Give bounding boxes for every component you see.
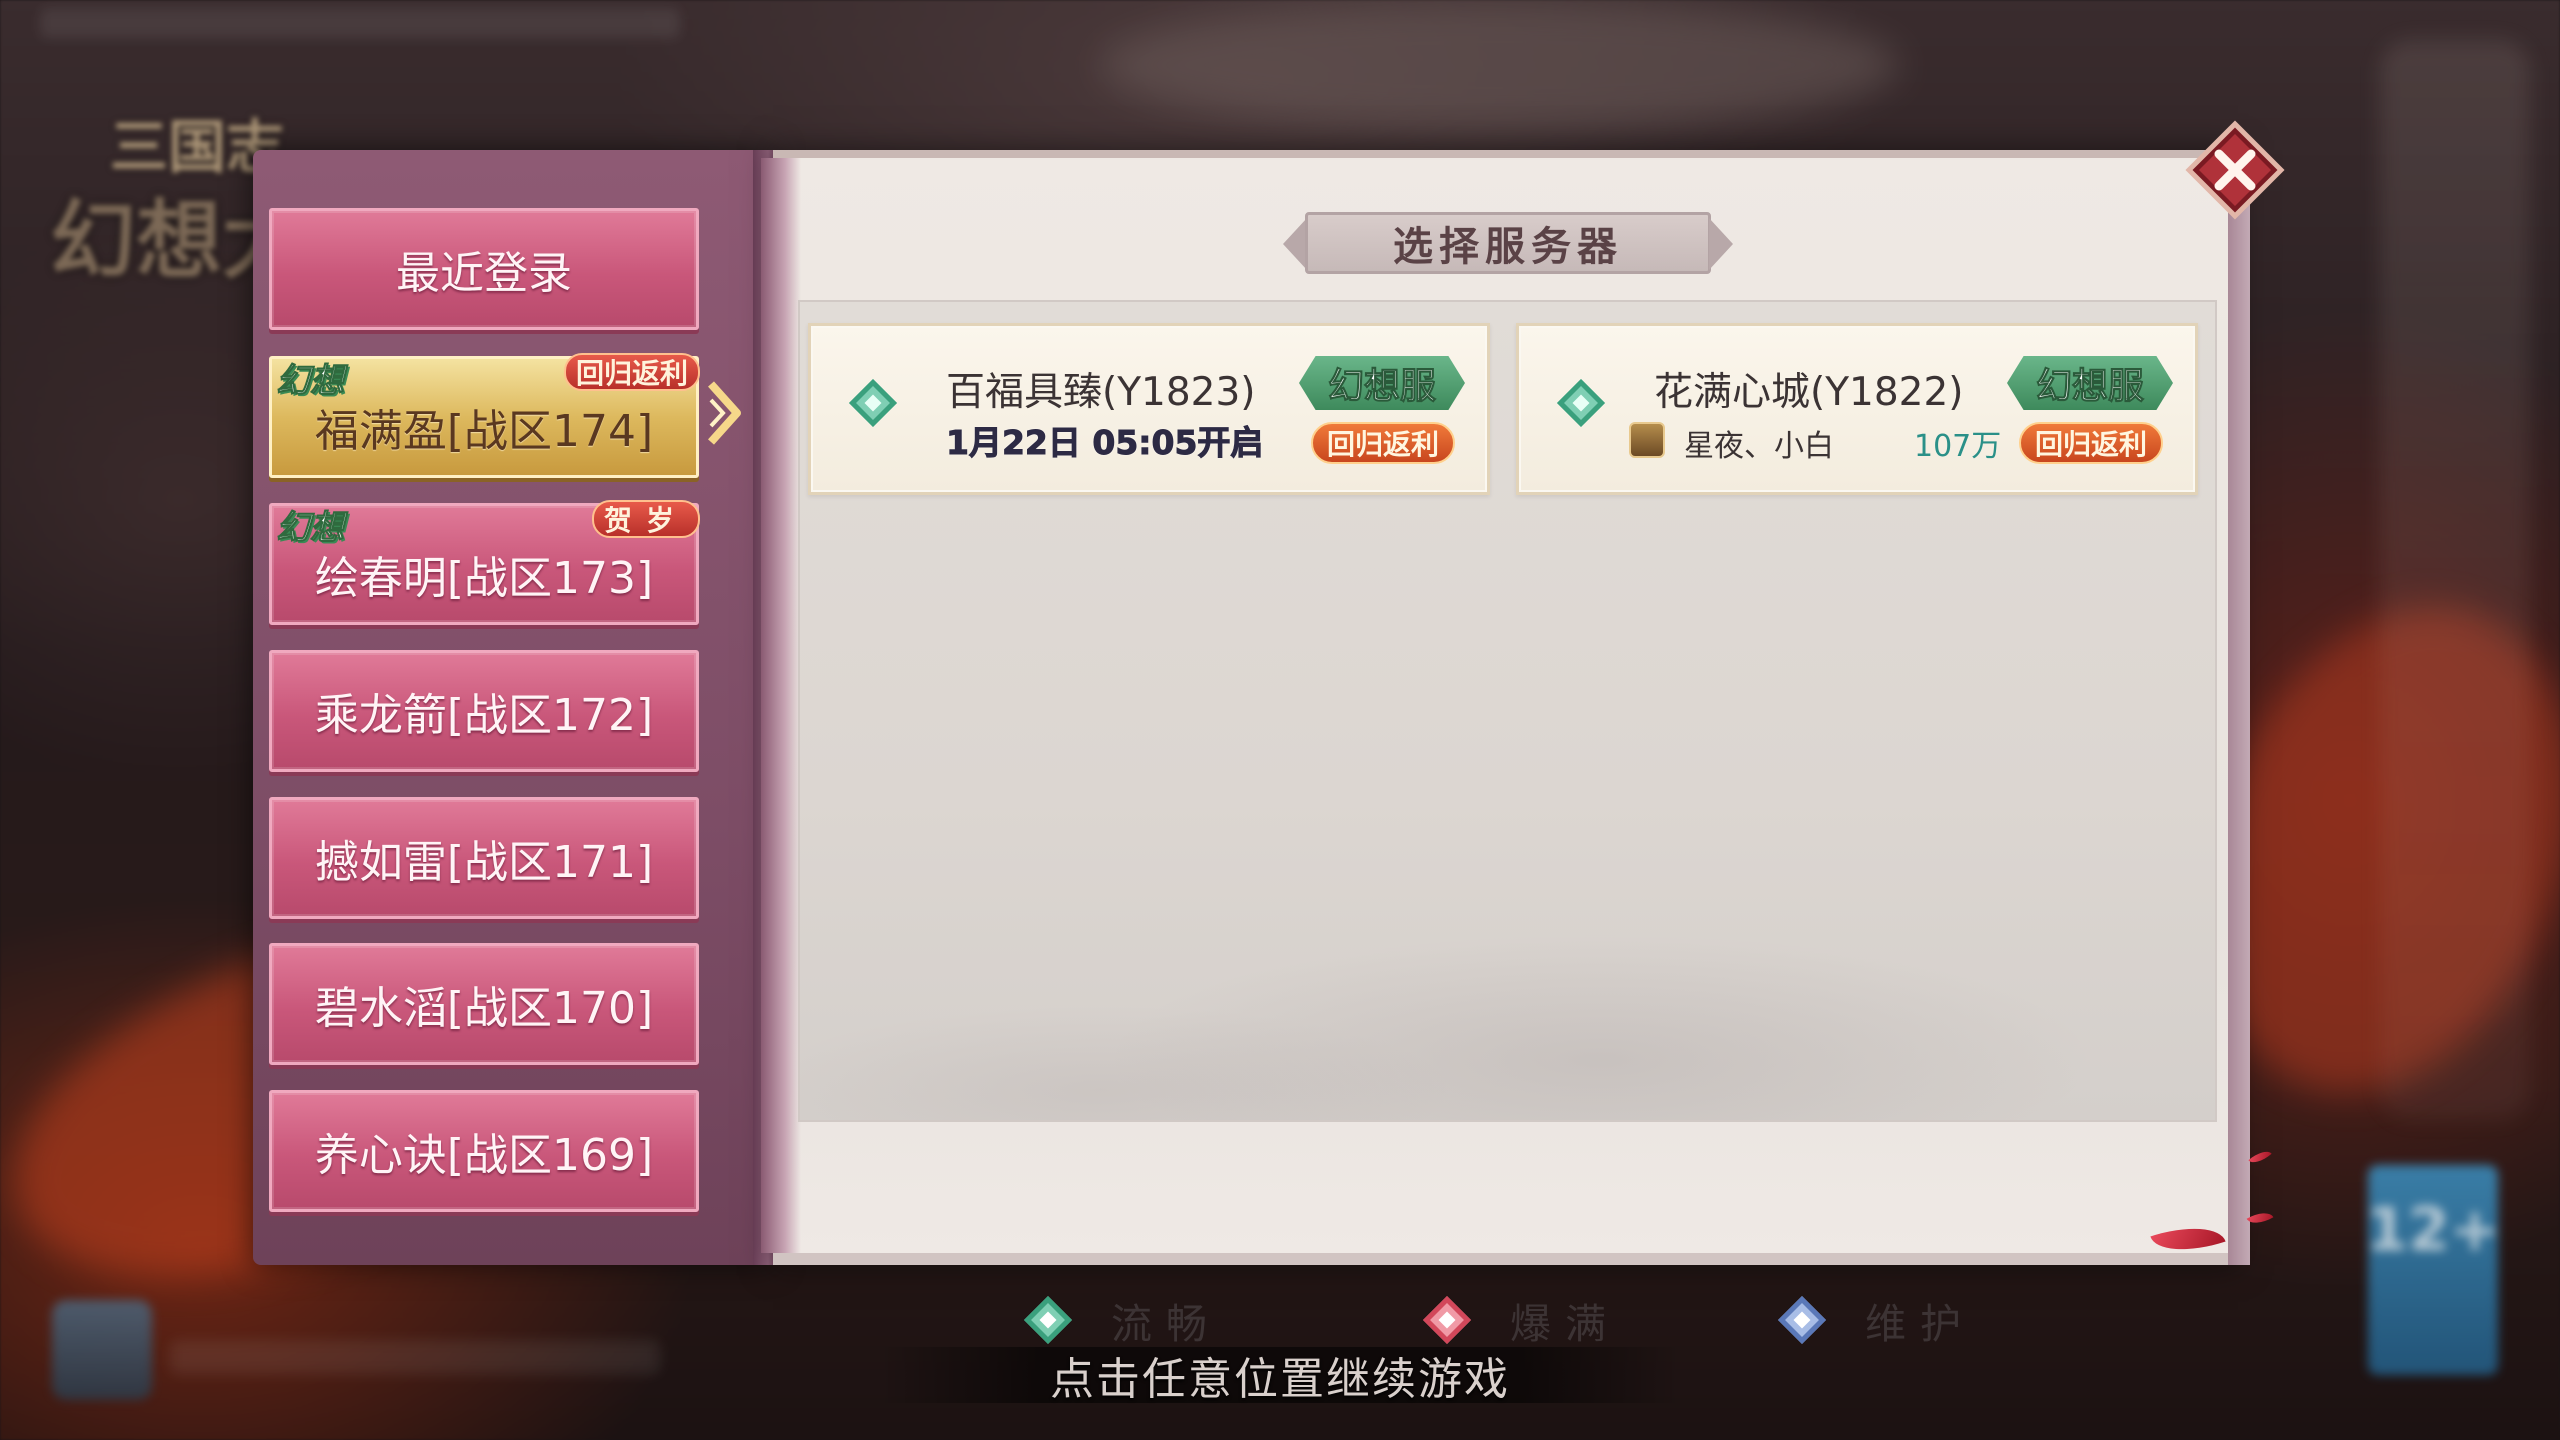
server-card[interactable]: 花满心城(Y1822) 星夜、小白 107万 幻想服 回归返利 <box>1516 323 2198 495</box>
server-open-time: 1月22日 05:05开启 <box>945 423 1264 463</box>
background-side-banner <box>2380 40 2530 1120</box>
age-rating-badge: 12+ <box>2366 1165 2500 1375</box>
character-names: 星夜、小白 <box>1684 429 1834 464</box>
tab-recent-login[interactable]: 最近登录 <box>269 208 699 330</box>
server-card[interactable]: 百福具臻(Y1823) 1月22日 05:05开启 幻想服 回归返利 <box>808 323 1490 495</box>
version-info-blurred <box>40 8 680 38</box>
legend-maintenance: 维护 <box>1777 1290 1975 1350</box>
character-power: 107万 <box>1914 429 2002 464</box>
server-name: 花满心城(Y1822) <box>1654 370 1964 415</box>
fantasy-badge: 幻想 <box>276 361 345 402</box>
status-smooth-icon <box>1556 378 1606 428</box>
legend-smooth: 流畅 <box>1023 1290 1221 1350</box>
fantasy-badge: 幻想 <box>276 508 345 549</box>
tab-server-group-169[interactable]: 养心诀[战区169] <box>269 1090 699 1212</box>
dialog-title: 选择服务器 <box>1393 224 1623 270</box>
server-select-dialog: 选择服务器 百福具臻(Y1823) 1月22日 05:05开启 幻想服 回归返利… <box>253 150 2274 1348</box>
character-avatar-icon <box>1629 422 1665 458</box>
status-full-icon <box>1422 1295 1472 1345</box>
tab-server-group-173[interactable]: 绘春明[战区173] 幻想 贺岁 <box>269 500 700 625</box>
tab-server-group-174[interactable]: 福满盈[战区174] 幻想 回归返利 <box>269 353 700 478</box>
server-type-tag: 幻想服 <box>1299 356 1465 410</box>
return-rebate-badge: 回归返利 <box>563 353 700 391</box>
server-event-tag: 回归返利 <box>1311 422 1455 464</box>
status-smooth-icon <box>848 378 898 428</box>
server-event-tag: 回归返利 <box>2019 422 2163 464</box>
tap-to-continue[interactable]: 点击任意位置继续游戏 <box>0 1345 2560 1405</box>
selected-arrow-icon <box>708 381 741 445</box>
close-icon[interactable] <box>2185 120 2285 220</box>
background-scene <box>1100 0 1900 130</box>
continue-text: 点击任意位置继续游戏 <box>1050 1354 1510 1405</box>
server-name: 百福具臻(Y1823) <box>946 370 1256 415</box>
tab-server-group-170[interactable]: 碧水滔[战区170] <box>269 943 699 1065</box>
server-type-tag: 幻想服 <box>2007 356 2173 410</box>
legend-full: 爆满 <box>1422 1290 1620 1350</box>
new-year-badge: 贺岁 <box>591 500 700 538</box>
dialog-title-plaque: 选择服务器 <box>1283 208 1733 278</box>
tab-server-group-172[interactable]: 乘龙箭[战区172] <box>269 650 699 772</box>
status-smooth-icon <box>1023 1295 1073 1345</box>
tab-server-group-171[interactable]: 撼如雷[战区171] <box>269 797 699 919</box>
status-maintenance-icon <box>1777 1295 1827 1345</box>
